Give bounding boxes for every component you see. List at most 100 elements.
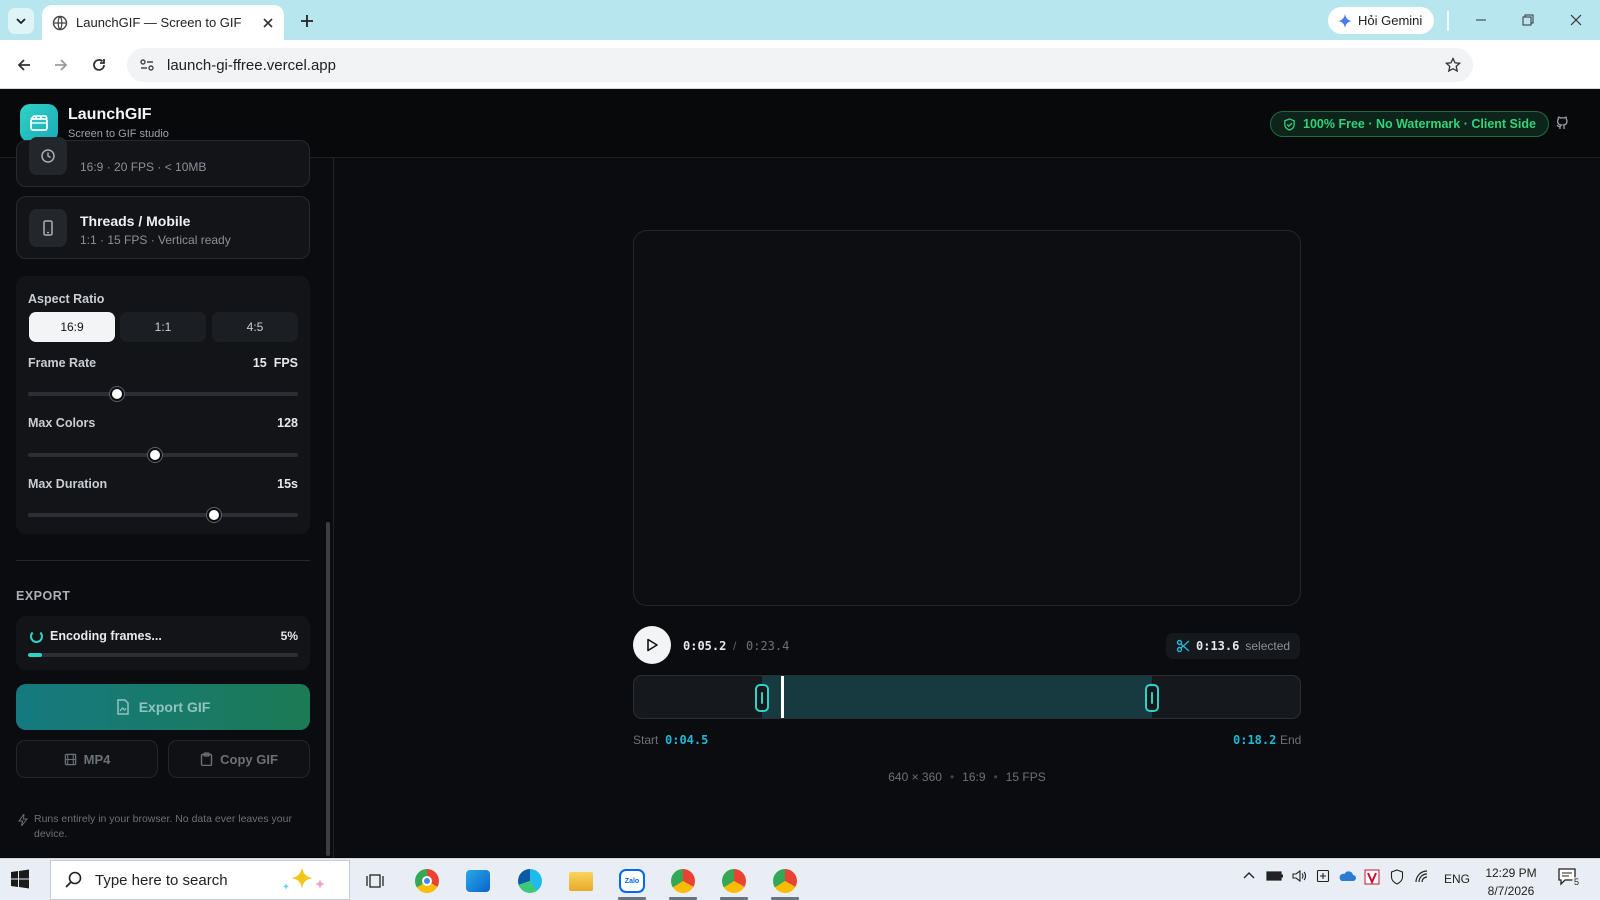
max-colors-value: 128 <box>277 416 298 430</box>
onedrive-icon[interactable] <box>1338 869 1356 883</box>
taskbar-chrome-profile-2[interactable] <box>714 864 754 900</box>
arrow-right-icon <box>55 59 68 71</box>
shield-check-icon <box>1284 117 1295 131</box>
close-icon[interactable] <box>262 17 274 29</box>
language-indicator[interactable]: ENG <box>1444 872 1470 886</box>
new-tab-button[interactable] <box>294 8 320 34</box>
forward-button[interactable] <box>48 52 74 78</box>
slider-thumb[interactable] <box>207 508 222 522</box>
time-separator: / <box>733 639 737 653</box>
taskbar-search[interactable]: Type here to search <box>50 860 350 900</box>
wifi-icon[interactable] <box>1414 869 1430 883</box>
aspect-option-4-5[interactable]: 4:5 <box>212 312 298 342</box>
taskbar-chrome[interactable] <box>407 864 447 898</box>
chevron-down-icon <box>16 18 26 25</box>
back-button[interactable] <box>11 52 37 78</box>
taskbar-search-placeholder: Type here to search <box>95 871 228 889</box>
mp4-label: MP4 <box>83 751 111 767</box>
film-icon <box>64 753 76 765</box>
url-text[interactable]: launch-gi-ffree.vercel.app <box>167 57 336 74</box>
start-button[interactable] <box>10 869 32 891</box>
export-gif-button[interactable]: Export GIF <box>16 684 310 730</box>
settings-card: Aspect Ratio 16:9 1:1 4:5 Frame Rate 15 … <box>16 276 310 534</box>
selection-badge: 0:13.6 selected <box>1166 633 1301 659</box>
meta-resolution: 640 × 360 <box>888 770 942 784</box>
max-colors-slider[interactable] <box>28 448 298 462</box>
tab-search-button[interactable] <box>8 8 34 34</box>
gemini-button[interactable]: Hỏi Gemini <box>1328 7 1435 34</box>
encoding-percent: 5% <box>280 629 298 643</box>
meet-icon[interactable] <box>1316 869 1330 883</box>
preset-card-landscape[interactable]: 16:9 · 20 FPS · < 10MB <box>16 137 310 187</box>
encoding-progress-card: Encoding frames... 5% <box>16 616 310 670</box>
frame-rate-slider[interactable] <box>28 387 298 401</box>
slider-thumb[interactable] <box>110 387 125 401</box>
mp4-button[interactable]: MP4 <box>16 740 158 778</box>
address-bar[interactable]: launch-gi-ffree.vercel.app <box>127 48 1473 82</box>
frame-rate-label: Frame Rate <box>28 356 97 370</box>
volume-icon[interactable] <box>1292 869 1308 883</box>
minimize-icon <box>1476 19 1486 21</box>
github-link[interactable] <box>1550 111 1574 135</box>
tab-title: LaunchGIF — Screen to GIF Studio <box>76 15 246 30</box>
preset-icon <box>29 137 67 175</box>
trim-timeline[interactable] <box>633 675 1301 719</box>
sidebar-divider <box>16 560 310 561</box>
taskbar-chrome-profile-3[interactable] <box>765 864 805 900</box>
plus-icon <box>301 15 313 27</box>
globe-icon <box>52 15 68 30</box>
taskbar-clock[interactable]: 12:29 PM 8/7/2026 <box>1476 864 1546 900</box>
max-duration-value: 15s <box>277 477 298 491</box>
notification-center-button[interactable]: 5 <box>1558 868 1582 888</box>
minimize-button[interactable] <box>1466 8 1496 32</box>
restore-button[interactable] <box>1513 8 1543 32</box>
security-shield-icon[interactable] <box>1390 869 1404 885</box>
trim-start-handle[interactable] <box>755 684 770 712</box>
sidebar-scrollbar[interactable] <box>326 522 330 856</box>
aspect-option-16-9[interactable]: 16:9 <box>29 312 115 342</box>
battery-icon[interactable] <box>1266 869 1284 883</box>
meta-fps: 15 FPS <box>1005 770 1046 784</box>
site-settings-icon[interactable] <box>139 57 155 73</box>
max-duration-slider[interactable] <box>28 508 298 522</box>
slider-thumb[interactable] <box>147 448 162 462</box>
taskbar-zalo[interactable]: Zalo <box>612 864 652 900</box>
video-preview[interactable] <box>633 230 1301 606</box>
task-view-icon <box>366 874 384 888</box>
playhead[interactable] <box>780 676 784 718</box>
meta-aspect: 16:9 <box>962 770 986 784</box>
total-time: 0:23.4 <box>746 639 790 653</box>
preset-subtitle: 1:1 · 15 FPS · Vertical ready <box>80 233 231 247</box>
gemini-label: Hỏi Gemini <box>1358 13 1423 28</box>
window-close-button[interactable] <box>1561 8 1591 32</box>
taskbar-edge[interactable] <box>510 864 550 898</box>
selected-duration: 0:13.6 <box>1196 639 1240 653</box>
trim-end-handle[interactable] <box>1145 684 1159 712</box>
aspect-option-1-1[interactable]: 1:1 <box>120 312 206 342</box>
selected-range <box>762 676 1152 718</box>
taskbar-file-explorer[interactable] <box>561 864 601 898</box>
clipboard-icon <box>200 752 213 766</box>
chevron-up-icon[interactable] <box>1242 869 1256 883</box>
outlook-icon <box>466 870 490 892</box>
copy-gif-button[interactable]: Copy GIF <box>168 740 310 778</box>
privacy-note-text: Runs entirely in your browser. No data e… <box>34 813 292 840</box>
app-tagline: Screen to GIF studio <box>68 128 169 140</box>
bookmark-star-icon[interactable] <box>1445 57 1461 73</box>
max-duration-label: Max Duration <box>28 477 108 491</box>
browser-tab-active[interactable]: LaunchGIF — Screen to GIF Studio <box>42 5 284 40</box>
lightning-icon <box>18 814 28 826</box>
taskbar-chrome-profile-1[interactable] <box>663 864 703 900</box>
restore-icon <box>1522 14 1534 26</box>
antivirus-icon[interactable] <box>1364 869 1380 885</box>
reload-button[interactable] <box>86 52 112 78</box>
file-image-icon <box>116 699 129 715</box>
task-view-button[interactable] <box>355 864 395 898</box>
play-button[interactable] <box>633 626 671 664</box>
preset-card-threads-mobile[interactable]: Threads / Mobile 1:1 · 15 FPS · Vertical… <box>16 196 310 259</box>
tabstrip-divider <box>1447 11 1449 31</box>
start-label: Start <box>633 733 659 747</box>
sparkles-icon <box>282 867 325 890</box>
frame-rate-value: 15 FPS <box>252 356 298 370</box>
taskbar-outlook[interactable] <box>458 864 498 898</box>
